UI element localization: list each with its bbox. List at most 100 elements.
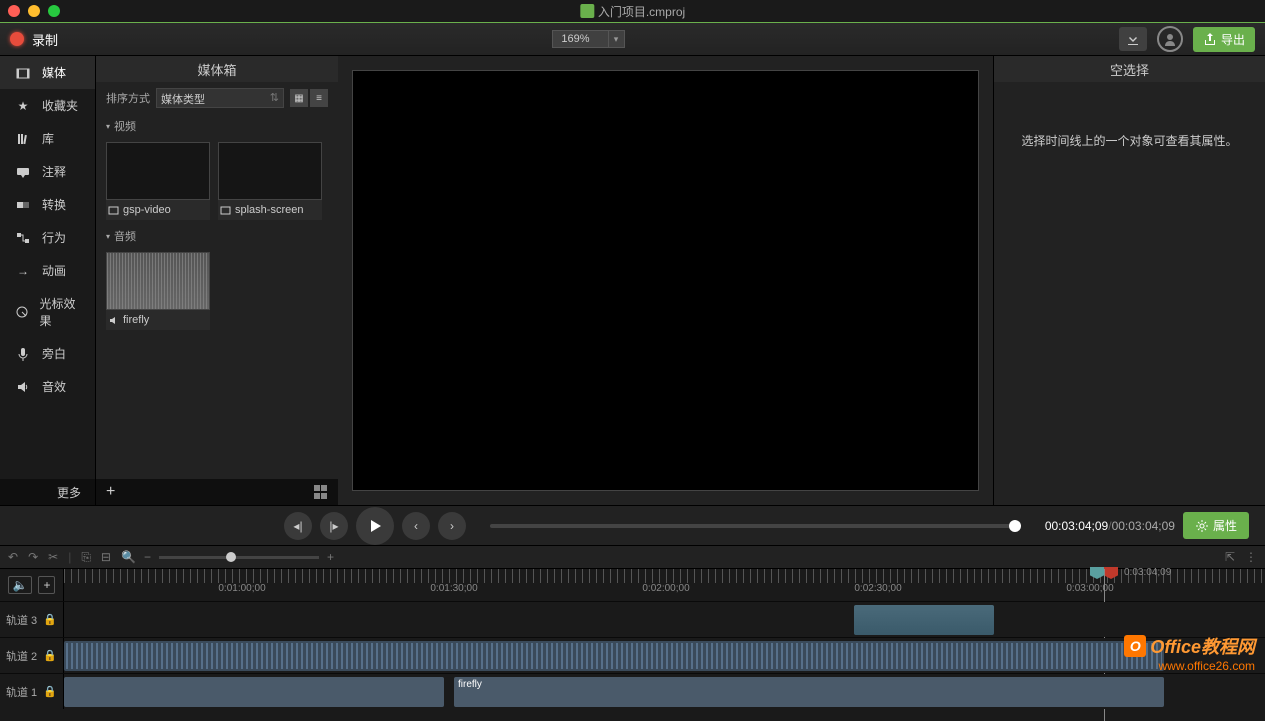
play-button[interactable] — [356, 507, 394, 545]
grid-view-icon[interactable] — [314, 485, 328, 499]
preview-canvas[interactable] — [352, 70, 979, 491]
playback-scrubber[interactable] — [490, 524, 1021, 528]
ruler-tick: 0:01:30;00 — [430, 583, 477, 594]
canvas-zoom-select[interactable]: 169% ▾ — [552, 30, 624, 48]
track-header-3[interactable]: 轨道 3🔒 — [0, 602, 64, 637]
track-2[interactable] — [64, 638, 1265, 673]
mute-all-button[interactable]: 🔈 — [8, 576, 33, 594]
scrubber-knob[interactable] — [1009, 520, 1021, 532]
clip-video[interactable] — [854, 605, 994, 635]
maximize-window-button[interactable] — [48, 5, 60, 17]
clip-audio[interactable] — [64, 641, 1164, 671]
zoom-out-button[interactable]: − — [144, 550, 151, 564]
sidebar-item-transitions[interactable]: 转换 — [0, 188, 95, 221]
zoom-in-button[interactable]: + — [327, 550, 334, 564]
minimize-window-button[interactable] — [28, 5, 40, 17]
step-back-button[interactable]: ‹ — [402, 512, 430, 540]
media-name: splash-screen — [235, 204, 303, 216]
sidebar-item-library[interactable]: 库 — [0, 122, 95, 155]
track-header-1[interactable]: 轨道 1🔒 — [0, 674, 64, 709]
step-forward-button[interactable]: › — [438, 512, 466, 540]
timeline-ruler[interactable]: 0:01:00;00 0:01:30;00 0:02:00;00 0:02:30… — [64, 569, 1265, 601]
sidebar-item-annotations[interactable]: 注释 — [0, 155, 95, 188]
ruler-tick: 0:01:00;00 — [218, 583, 265, 594]
sidebar-wrap: 媒体 ★ 收藏夹 库 注释 转换 行为 → 动画 光标效果 — [0, 56, 96, 505]
track-1[interactable]: firefly — [64, 674, 1265, 709]
menu-button[interactable]: ⋮ — [1245, 550, 1257, 564]
annotation-icon — [14, 164, 32, 180]
timeline: ↶ ↷ ✂ | ⎘ ⊟ 🔍 − + ⇱ ⋮ 🔈 + 0:01:00;00 0:0… — [0, 545, 1265, 709]
view-list-button[interactable]: ≡ — [310, 89, 328, 107]
sort-select[interactable]: 媒体类型⇅ — [156, 88, 284, 108]
sidebar-item-favorites[interactable]: ★ 收藏夹 — [0, 89, 95, 122]
add-track-button[interactable]: + — [38, 576, 55, 594]
sidebar-label: 行为 — [42, 229, 66, 246]
current-time: 00:03:04;09 — [1045, 519, 1108, 533]
close-window-button[interactable] — [8, 5, 20, 17]
zoom-knob[interactable] — [226, 552, 236, 562]
sidebar-item-behaviors[interactable]: 行为 — [0, 221, 95, 254]
lock-icon[interactable]: 🔒 — [43, 613, 57, 626]
timecode: 00:03:04;09/00:03:04;09 — [1045, 519, 1175, 533]
media-item-firefly[interactable]: firefly — [106, 252, 210, 330]
end-time-label: 0:03:04;09 — [1124, 567, 1171, 578]
sidebar-label: 音效 — [42, 378, 66, 395]
redo-button[interactable]: ↷ — [28, 550, 38, 564]
lock-icon[interactable]: 🔒 — [43, 649, 57, 662]
properties-button[interactable]: 属性 — [1183, 512, 1249, 539]
behavior-icon — [14, 230, 32, 246]
export-button[interactable]: 导出 — [1193, 27, 1255, 52]
lock-icon[interactable]: 🔒 — [43, 685, 57, 698]
copy-button[interactable]: ⎘ — [81, 550, 91, 565]
main-area: 媒体 ★ 收藏夹 库 注释 转换 行为 → 动画 光标效果 — [0, 56, 1265, 505]
add-media-button[interactable]: + — [106, 483, 115, 501]
total-time: 00:03:04;09 — [1112, 519, 1175, 533]
sidebar-more-button[interactable]: 更多 — [0, 479, 96, 505]
media-name: firefly — [123, 314, 149, 326]
section-video[interactable]: ▾视频 — [96, 114, 338, 138]
tool-sidebar: 媒体 ★ 收藏夹 库 注释 转换 行为 → 动画 光标效果 — [0, 56, 96, 479]
sidebar-item-voice[interactable]: 旁白 — [0, 337, 95, 370]
sidebar-item-animations[interactable]: → 动画 — [0, 254, 95, 287]
sidebar-label: 旁白 — [42, 345, 66, 362]
library-icon — [14, 131, 32, 147]
titlebar: 入门项目.cmproj — [0, 0, 1265, 22]
record-button[interactable]: 录制 — [10, 30, 58, 49]
sidebar-label: 光标效果 — [40, 295, 81, 329]
mic-icon — [14, 346, 32, 362]
prev-frame-button[interactable]: ◂| — [284, 512, 312, 540]
download-button[interactable] — [1119, 27, 1147, 51]
video-icon — [108, 205, 119, 216]
undo-button[interactable]: ↶ — [8, 550, 18, 564]
sidebar-item-media[interactable]: 媒体 — [0, 56, 95, 89]
export-label: 导出 — [1221, 31, 1245, 48]
sort-label: 排序方式 — [106, 90, 150, 106]
sidebar-item-audio[interactable]: 音效 — [0, 370, 95, 403]
media-item-gsp-video[interactable]: gsp-video — [106, 142, 210, 220]
popout-button[interactable]: ⇱ — [1225, 550, 1235, 564]
thumbnail — [106, 252, 210, 310]
clip-firefly-2[interactable]: firefly — [454, 677, 1164, 707]
media-bin: 媒体箱 排序方式 媒体类型⇅ ▦ ≡ ▾视频 gsp-video splash-… — [96, 56, 338, 505]
cut-button[interactable]: ✂ — [48, 550, 58, 564]
search-icon: 🔍 — [121, 550, 136, 564]
track-header-2[interactable]: 轨道 2🔒 — [0, 638, 64, 673]
next-frame-button[interactable]: |▸ — [320, 512, 348, 540]
properties-panel: 空选择 选择时间线上的一个对象可查看其属性。 — [993, 56, 1265, 505]
sidebar-item-cursor[interactable]: 光标效果 — [0, 287, 95, 337]
timeline-zoom-slider[interactable] — [159, 556, 319, 559]
animation-icon: → — [14, 263, 32, 279]
media-item-splash-screen[interactable]: splash-screen — [218, 142, 322, 220]
media-icon — [14, 65, 32, 81]
clip-firefly-1[interactable] — [64, 677, 444, 707]
thumbnail — [106, 142, 210, 200]
zoom-value: 169% — [552, 30, 608, 48]
timeline-toolbar: ↶ ↷ ✂ | ⎘ ⊟ 🔍 − + ⇱ ⋮ — [0, 545, 1265, 569]
window-controls — [8, 5, 60, 17]
properties-hint: 选择时间线上的一个对象可查看其属性。 — [994, 82, 1265, 199]
section-audio[interactable]: ▾音频 — [96, 224, 338, 248]
split-button[interactable]: ⊟ — [101, 550, 111, 564]
account-button[interactable] — [1157, 26, 1183, 52]
view-grid-button[interactable]: ▦ — [290, 89, 308, 107]
track-3[interactable] — [64, 602, 1265, 637]
